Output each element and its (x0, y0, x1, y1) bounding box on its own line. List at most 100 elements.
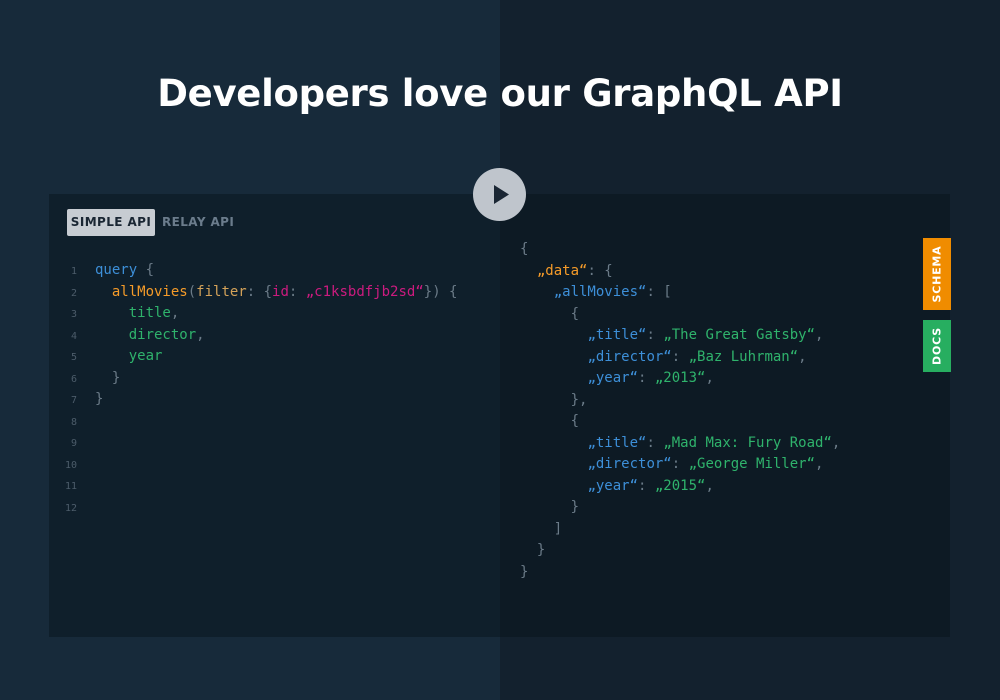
code-line: }, (520, 390, 840, 412)
code-line: 6 } (49, 368, 457, 390)
code-token: : (646, 434, 664, 451)
code-token: { (520, 413, 580, 429)
code-line: ] (520, 519, 840, 541)
code-token: } (520, 563, 529, 580)
code-token: „data“ (536, 262, 588, 279)
code-token: , (705, 370, 714, 386)
code-line: 1 query { (49, 260, 457, 282)
code-token: : [ (646, 284, 672, 300)
play-icon (494, 185, 509, 204)
code-line: 2 allMovies(filter: {id: „c1ksbdfjb2sd“}… (49, 282, 458, 304)
schema-tab-label: SCHEMA (930, 245, 944, 303)
line-number: 3 (70, 309, 77, 320)
code-token: „director“ (587, 456, 672, 472)
code-token: : (288, 283, 306, 300)
code-token: „c1ksbdfjb2sd“ (305, 283, 424, 300)
code-line: „title“: „The Great Gatsby“, (520, 325, 840, 347)
code-token: title (95, 305, 171, 321)
docs-tab[interactable]: DOCS (923, 320, 951, 372)
tab-simple-api[interactable]: SIMPLE API (67, 209, 155, 236)
code-token: : (646, 327, 664, 343)
code-line: 3 title, (49, 303, 457, 325)
code-token: , (196, 326, 205, 343)
code-token: „Mad Max: Fury Road“ (663, 434, 832, 451)
code-token: allMovies (111, 283, 188, 300)
code-token: „George Miller“ (688, 456, 816, 472)
code-line: „director“: „Baz Luhrman“, (520, 347, 840, 369)
code-token: { (520, 305, 580, 322)
code-token: year (95, 348, 163, 364)
graphql-playground: SIMPLE API RELAY API 1 query {2 allMovies… (49, 194, 950, 637)
code-token: ( (187, 283, 197, 300)
line-number: 2 (70, 287, 77, 299)
code-token: „title“ (587, 327, 647, 343)
code-token: { (520, 241, 529, 257)
code-token: „2015“ (654, 477, 706, 494)
code-token: ] (520, 520, 563, 537)
code-token: „year“ (587, 477, 639, 494)
code-token: id (272, 283, 289, 300)
code-line: { (520, 304, 840, 326)
play-button[interactable] (473, 168, 526, 221)
code-token: , (831, 434, 841, 451)
page-title: Developers love our GraphQL API (157, 72, 843, 115)
code-line: „data“: { (520, 261, 840, 283)
code-line: „year“: „2015“, (520, 476, 840, 498)
code-token: { (137, 262, 155, 278)
code-line: { (520, 411, 840, 433)
line-number: 1 (70, 266, 77, 277)
code-line: 12 (49, 497, 457, 519)
code-token: : (638, 370, 655, 386)
code-line: 5 year (49, 346, 457, 368)
tab-relay-api[interactable]: RELAY API (162, 209, 234, 236)
line-number: 10 (64, 459, 77, 471)
code-token: } (95, 369, 121, 386)
code-token: „title“ (587, 434, 647, 451)
code-token: }) { (423, 283, 458, 300)
line-number: 6 (70, 373, 77, 385)
code-line: 11 (49, 475, 457, 497)
line-number: 7 (70, 395, 77, 406)
line-number: 5 (70, 352, 77, 363)
query-pane: SIMPLE API RELAY API 1 query {2 allMovies… (49, 194, 500, 637)
code-token: query (95, 262, 138, 278)
code-token: } (95, 391, 104, 407)
code-line: 4 director, (49, 325, 457, 347)
code-line: } (520, 562, 840, 584)
code-line: 10 (49, 454, 457, 476)
line-number: 11 (64, 481, 77, 492)
code-token: „director“ (587, 348, 672, 365)
code-token: „The Great Gatsby“ (663, 327, 816, 343)
line-number: 12 (64, 502, 77, 514)
code-token: : { (246, 283, 273, 300)
code-token: } (520, 499, 580, 515)
code-line: } (520, 540, 840, 562)
code-token: , (705, 477, 714, 494)
code-token: : (671, 348, 689, 365)
code-token: : (638, 477, 655, 494)
docs-tab-label: DOCS (930, 327, 944, 365)
code-line: „director“: „George Miller“, (520, 454, 840, 476)
result-viewer: { „data“: { „allMovies“: [ { „title“: „T… (520, 239, 840, 583)
schema-tab[interactable]: SCHEMA (923, 238, 951, 310)
code-token: „allMovies“ (553, 284, 647, 300)
code-line: „year“: „2013“, (520, 368, 840, 390)
code-token: „2013“ (654, 370, 706, 386)
code-line: 7} (49, 389, 457, 411)
code-token: } (520, 542, 546, 558)
code-token: , (815, 327, 824, 343)
code-token: }, (520, 391, 588, 408)
line-number: 4 (70, 330, 77, 342)
code-line: { (520, 239, 840, 261)
code-line: „allMovies“: [ (520, 282, 840, 304)
query-editor[interactable]: 1 query {2 allMovies(filter: {id: „c1ksbd… (49, 260, 458, 519)
code-token: „year“ (587, 370, 639, 386)
code-token: : (671, 456, 689, 472)
